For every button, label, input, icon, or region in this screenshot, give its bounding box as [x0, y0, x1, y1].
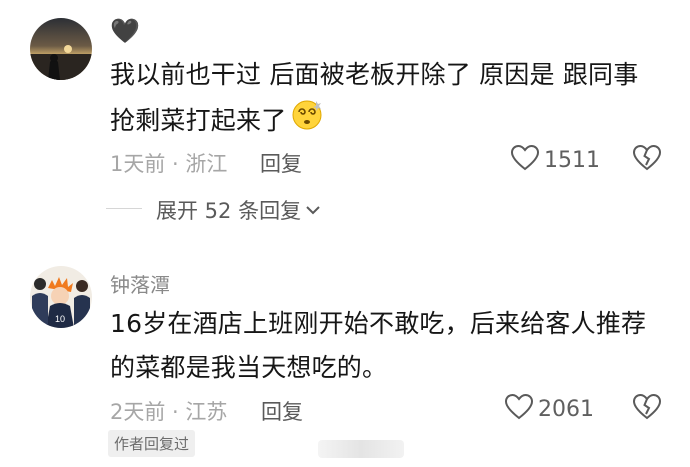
avatar-anime-image: 10 — [30, 266, 92, 328]
timestamp-location: 2天前 · 江苏 — [110, 400, 228, 424]
avatar[interactable] — [30, 18, 92, 80]
timestamp-location: 1天前 · 浙江 — [110, 152, 228, 176]
expand-replies-label: 展开 52 条回复 — [156, 199, 302, 223]
comment-text-line: 16岁在酒店上班刚开始不敢吃，后来给客人推荐 — [110, 309, 647, 338]
username[interactable]: 钟落潭 — [110, 269, 170, 298]
like-button[interactable]: 2061 — [504, 393, 594, 425]
comment-text-line: 的菜都是我当天想吃的。 — [110, 353, 388, 382]
svg-text:10: 10 — [55, 314, 65, 324]
comment-text-line-2: 抢剩菜打起来了 — [110, 97, 324, 145]
heart-outline-icon — [504, 393, 534, 425]
like-button[interactable]: 1511 — [510, 144, 600, 176]
avatar-sunset-image — [30, 18, 92, 80]
heart-outline-icon — [510, 144, 540, 176]
username-emoji[interactable]: 🖤 — [110, 16, 140, 46]
dizzy-face-emoji-icon — [290, 97, 324, 145]
watermark — [318, 440, 404, 458]
dislike-button[interactable] — [632, 393, 662, 425]
reply-button[interactable]: 回复 — [260, 148, 302, 178]
divider — [106, 208, 142, 209]
reply-button[interactable]: 回复 — [261, 396, 303, 426]
like-count: 1511 — [544, 147, 600, 173]
like-count: 2061 — [538, 396, 594, 422]
broken-heart-icon — [632, 393, 662, 420]
author-replied-badge: 作者回复过 — [108, 430, 196, 457]
broken-heart-icon — [632, 144, 662, 171]
expand-replies-button[interactable]: 展开 52 条回复 — [156, 195, 321, 225]
comment-text: 抢剩菜打起来了 — [110, 106, 287, 135]
dislike-button[interactable] — [632, 144, 662, 176]
comment-text-line: 我以前也干过 后面被老板开除了 原因是 跟同事 — [110, 60, 639, 89]
avatar[interactable]: 10 — [30, 266, 92, 328]
chevron-down-icon — [305, 201, 321, 220]
